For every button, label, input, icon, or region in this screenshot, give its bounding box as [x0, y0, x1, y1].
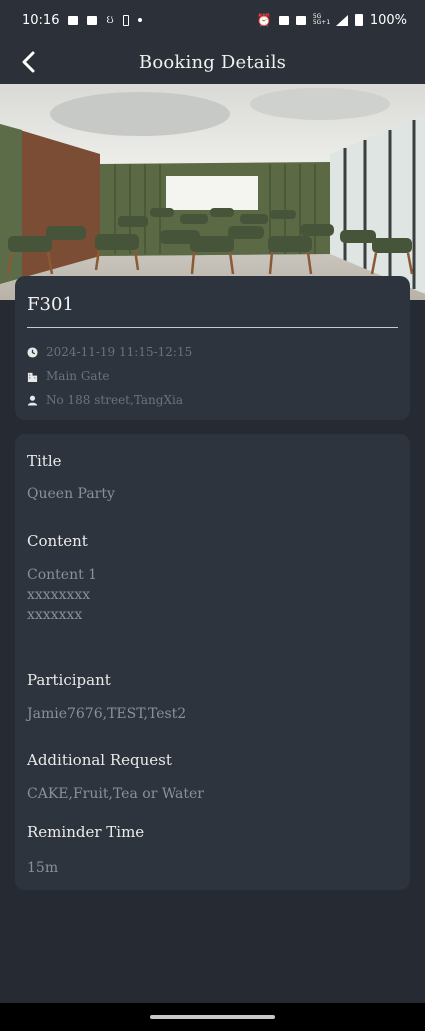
status-time: 10:16 [22, 12, 60, 28]
content-line: Content 1 [27, 567, 98, 583]
datetime-row: 2024-11-19 11:15-12:15 [27, 345, 192, 359]
person-icon [27, 395, 38, 406]
system-nav-bar [0, 1003, 425, 1031]
content-line: xxxxxxxx [27, 587, 91, 603]
back-arrow-icon [22, 51, 35, 73]
title-label: Title [27, 452, 62, 470]
room-photo [0, 84, 425, 300]
battery-icon [354, 14, 363, 26]
signal-icon [335, 14, 348, 26]
participant-value: Jamie7676,TEST,Test2 [27, 706, 187, 722]
booking-details-card: Title Queen Party Content Content 1 xxxx… [15, 434, 410, 890]
page-title: Booking Details [138, 51, 287, 73]
content-value: Content 1 xxxxxxxx xxxxxxx [27, 565, 97, 625]
alarm-icon: ⏰ [256, 13, 272, 27]
room-name: F301 [27, 294, 74, 315]
building-icon [27, 372, 38, 382]
nfc-icon [278, 15, 289, 25]
reminder-time-label: Reminder Time [27, 823, 145, 841]
title-value: Queen Party [27, 486, 115, 502]
app-header: Booking Details [0, 40, 425, 84]
message-icon [68, 15, 79, 25]
booking-building: Main Gate [46, 369, 110, 383]
additional-request-label: Additional Request [27, 751, 172, 769]
room-info-card: F301 2024-11-19 11:15-12:15 Main Gate No… [15, 276, 410, 420]
battery-saver-icon [122, 14, 129, 26]
sync-icon: ઇ [106, 13, 114, 26]
content-label: Content [27, 532, 88, 550]
participant-label: Participant [27, 671, 111, 689]
divider [27, 327, 398, 328]
battery-percent: 100% [369, 12, 407, 28]
content-line: xxxxxxx [27, 607, 83, 623]
more-dot-icon [137, 18, 142, 22]
reminder-time-value: 15m [27, 860, 59, 876]
booking-datetime: 2024-11-19 11:15-12:15 [46, 345, 193, 359]
clock-icon [27, 346, 38, 358]
address-row: No 188 street,TangXia [27, 393, 183, 407]
status-bar: 10:16 ઇ ⏰ 5G 5G+1 100% [0, 0, 425, 40]
building-row: Main Gate [27, 369, 110, 383]
back-button[interactable] [16, 50, 40, 74]
home-indicator[interactable] [150, 1015, 275, 1019]
notification-icon [87, 15, 98, 25]
data-icon [295, 15, 306, 25]
additional-request-value: CAKE,Fruit,Tea or Water [27, 786, 204, 802]
network-type: 5G 5G+1 [312, 13, 331, 26]
booking-address: No 188 street,TangXia [46, 393, 183, 407]
